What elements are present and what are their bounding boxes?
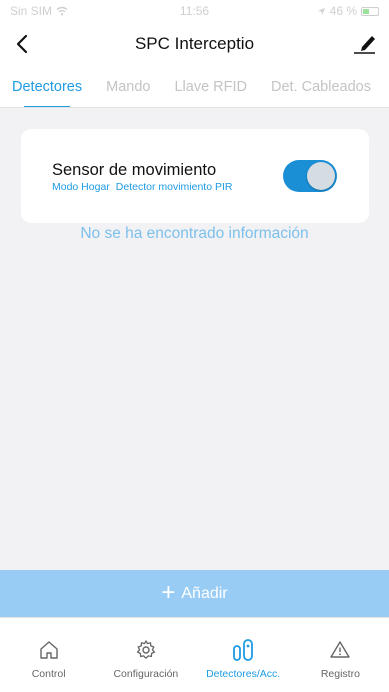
device-name: Sensor de movimiento xyxy=(52,161,217,179)
tab-det-cableados[interactable]: Det. Cableados xyxy=(259,66,383,107)
tab-detectores[interactable]: Detectores xyxy=(0,66,94,107)
tab-llave-rfid[interactable]: Llave RFID xyxy=(162,66,259,107)
nav-item-configuracion-label: Configuración xyxy=(113,668,179,680)
edit-pencil-icon xyxy=(354,36,375,54)
device-type: Detector movimiento PIR xyxy=(115,181,233,193)
plus-icon: + xyxy=(161,578,176,606)
bottom-nav: Control Configuración Detectores/Acc. Re… xyxy=(0,617,389,692)
device-toggle[interactable] xyxy=(283,160,337,192)
home-icon xyxy=(38,638,60,662)
battery-icon xyxy=(361,6,379,16)
nav-item-detectores-label: Detectores/Acc. xyxy=(206,668,281,680)
back-button[interactable] xyxy=(8,30,36,58)
page-title: SPC Interceptio xyxy=(134,34,255,53)
gear-icon xyxy=(135,638,157,662)
clock: 11:56 xyxy=(179,4,210,18)
nav-item-control-label: Control xyxy=(31,668,66,680)
nav-item-registro[interactable]: Registro xyxy=(292,618,389,692)
device-card[interactable]: Sensor de movimiento Modo Hogar Detector… xyxy=(21,129,369,223)
nav-item-detectores[interactable]: Detectores/Acc. xyxy=(195,618,292,692)
toggle-knob xyxy=(307,162,335,190)
sensor-icon xyxy=(231,638,255,662)
nav-item-control[interactable]: Control xyxy=(0,618,97,692)
status-bar: Sin SIM 11:56 46 % xyxy=(0,0,389,22)
nav-item-configuracion[interactable]: Configuración xyxy=(97,618,194,692)
nav-item-registro-label: Registro xyxy=(320,668,360,680)
add-button[interactable]: + Añadir xyxy=(0,570,389,617)
add-button-label: Añadir xyxy=(181,584,228,602)
warning-icon xyxy=(329,638,351,662)
device-details: Modo Hogar Detector movimiento PIR xyxy=(52,181,233,193)
tab-mando[interactable]: Mando xyxy=(94,66,162,107)
empty-message: No se ha encontrado información xyxy=(80,225,309,242)
chevron-left-icon xyxy=(16,34,28,54)
tab-bar: Detectores Mando Llave RFID Det. Cablead… xyxy=(0,66,389,108)
edit-button[interactable] xyxy=(351,30,379,58)
nav-bar: SPC Interceptio xyxy=(0,22,389,66)
device-mode: Modo Hogar xyxy=(52,181,110,193)
